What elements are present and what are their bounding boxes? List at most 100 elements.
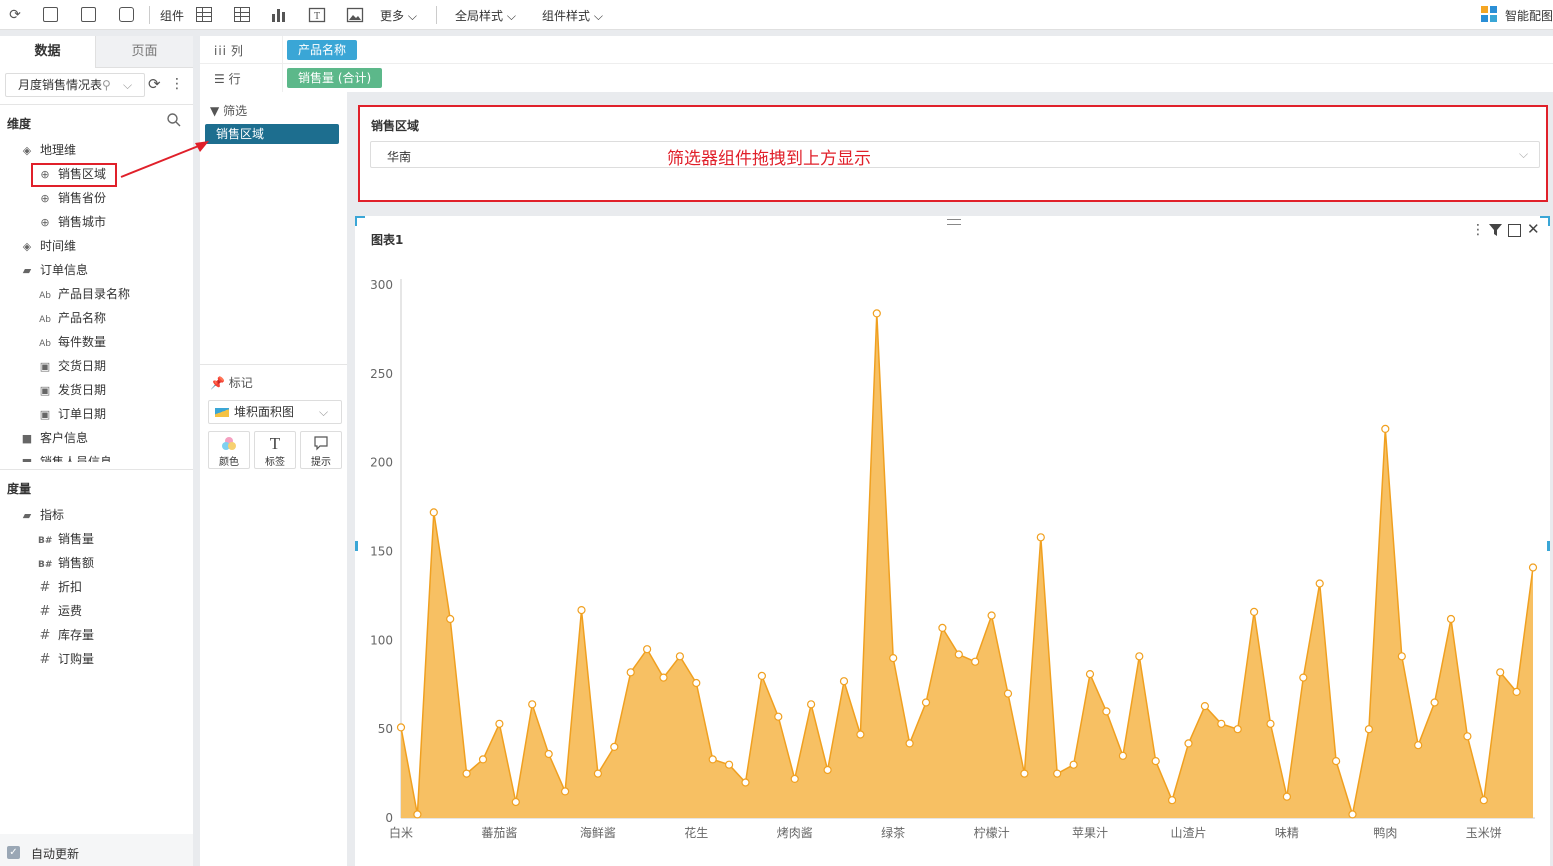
crosstab-icon[interactable]: [234, 7, 250, 22]
y-tick-label: 50: [378, 722, 393, 736]
tree-item[interactable]: ▣ 订单日期: [38, 403, 106, 425]
data-point: [1496, 668, 1505, 677]
tree-item[interactable]: ▰ 订单信息: [20, 259, 88, 281]
save-icon[interactable]: [43, 7, 58, 22]
filter-widget: 销售区域 华南 ⌵ 筛选器组件拖拽到上方显示: [358, 105, 1548, 202]
data-point: [757, 671, 766, 680]
tree-item[interactable]: # 折扣: [38, 576, 82, 598]
tree-item[interactable]: # 库存量: [38, 624, 94, 646]
chevron-down-icon: ⌵: [123, 78, 133, 92]
speech-bubble-icon: [301, 435, 341, 453]
table-icon[interactable]: [196, 7, 212, 22]
refresh-dataset-icon[interactable]: ⟳: [148, 76, 164, 92]
auto-update-checkbox[interactable]: ✓: [7, 846, 20, 859]
data-point: [528, 700, 537, 709]
calendar-icon: ▣: [39, 360, 51, 373]
tree-item[interactable]: ■ 销售人员信息: [20, 451, 112, 462]
dataset-select[interactable]: 月度销售情况表 ⚲ ⌵: [5, 73, 145, 97]
tree-item-label: 销售城市: [58, 215, 107, 229]
y-tick-label: 300: [370, 278, 393, 292]
highlight-box: [31, 163, 117, 187]
tab-data[interactable]: 数据: [0, 36, 95, 68]
data-point: [1430, 698, 1439, 707]
component-style-menu[interactable]: 组件样式 ⌵: [542, 7, 603, 24]
tree-item[interactable]: Ab 产品目录名称: [38, 283, 130, 305]
tree-item[interactable]: ▣ 发货日期: [38, 379, 106, 401]
tree-item-label: 销售量: [58, 532, 95, 546]
tree-item[interactable]: ⊕ 销售城市: [38, 211, 106, 233]
tree-item[interactable]: ▰ 指标: [20, 504, 64, 526]
column-pill[interactable]: 产品名称: [287, 40, 358, 60]
text-box-icon[interactable]: T: [308, 6, 326, 24]
row-pill[interactable]: 销售量 (合计): [287, 68, 383, 88]
data-point: [1102, 707, 1111, 716]
data-point: [462, 769, 471, 778]
data-point: [1151, 756, 1160, 766]
more-menu[interactable]: 更多 ⌵: [380, 7, 417, 24]
save-as-icon[interactable]: [81, 7, 96, 22]
tree-item-label: 销售额: [58, 556, 95, 570]
data-point: [921, 698, 931, 707]
preview-icon[interactable]: [119, 7, 134, 22]
data-point: [1348, 810, 1357, 819]
divider: [0, 469, 193, 470]
divider: [200, 364, 347, 365]
tab-page[interactable]: 页面: [95, 36, 193, 68]
x-tick-label: 花生: [684, 825, 708, 840]
folder-icon: ■: [20, 452, 34, 462]
tree-item[interactable]: B# 销售量: [38, 528, 94, 550]
color-mark-button[interactable]: 颜色: [208, 431, 250, 469]
tree-item[interactable]: Ab 每件数量: [38, 331, 106, 353]
data-point: [675, 652, 684, 661]
tree-item[interactable]: # 订购量: [38, 648, 94, 670]
label-mark-button[interactable]: T 标签: [254, 431, 296, 469]
text-t-icon: T: [269, 434, 281, 453]
search-icon[interactable]: ⚲: [102, 74, 111, 96]
image-icon[interactable]: [346, 6, 364, 24]
chart-type-select[interactable]: 堆积面积图 ⌵: [208, 400, 342, 424]
dataset-select-value: 月度销售情况表: [18, 78, 103, 92]
data-point: [511, 797, 520, 807]
data-point: [478, 755, 488, 764]
data-point: [856, 730, 865, 739]
tree-item[interactable]: Ab 产品名称: [38, 307, 106, 329]
chart-type-label: 堆积面积图: [234, 405, 295, 419]
more-vertical-icon[interactable]: ⋮: [170, 76, 184, 92]
tree-item[interactable]: ⊕ 销售省份: [38, 187, 106, 209]
auto-update-bar: ✓ 自动更新: [0, 834, 193, 866]
color-mark-label: 颜色: [219, 457, 239, 468]
tree-item[interactable]: ▣ 交货日期: [38, 355, 106, 377]
data-point: [774, 712, 783, 721]
component-style-label: 组件样式: [542, 9, 591, 23]
y-tick-label: 100: [370, 633, 393, 647]
column-label: 列: [230, 44, 243, 58]
chevron-down-icon: ⌵: [593, 9, 603, 23]
tree-item[interactable]: # 运费: [38, 600, 82, 622]
tree-item-label: 指标: [40, 508, 65, 522]
search-dimension-icon[interactable]: [166, 112, 182, 128]
filter-dropdown[interactable]: 华南 ⌵: [370, 141, 1540, 168]
tooltip-mark-button[interactable]: 提示: [300, 431, 342, 469]
smart-chart-icon[interactable]: [1480, 6, 1498, 24]
tree-item[interactable]: B# 销售额: [38, 552, 94, 574]
smart-chart-label[interactable]: 智能配图: [1505, 7, 1553, 24]
filter-pill[interactable]: 销售区域: [205, 124, 339, 144]
bar-chart-icon[interactable]: [270, 6, 288, 24]
more-label: 更多: [380, 9, 405, 23]
svg-text:T: T: [314, 11, 320, 22]
data-point: [446, 614, 455, 624]
tree-item[interactable]: ◈ 地理维: [20, 139, 76, 161]
layers-icon: ◈: [22, 240, 32, 253]
chevron-down-icon: ⌵: [506, 9, 516, 23]
x-tick-label: 柠檬汁: [974, 825, 1010, 840]
global-style-menu[interactable]: 全局样式 ⌵: [455, 7, 516, 24]
data-point: [413, 810, 422, 819]
data-point: [1020, 769, 1029, 778]
refresh-icon[interactable]: ⟳: [6, 6, 24, 24]
tree-item[interactable]: ■ 客户信息: [20, 427, 88, 449]
data-point: [610, 742, 619, 752]
marks-panel: ▼ 筛选 销售区域 📌 标记 堆积面积图 ⌵ 颜色 T 标签 提示: [200, 92, 347, 866]
data-point: [1331, 756, 1341, 766]
data-point: [905, 739, 914, 748]
tree-item[interactable]: ◈ 时间维: [20, 235, 76, 257]
